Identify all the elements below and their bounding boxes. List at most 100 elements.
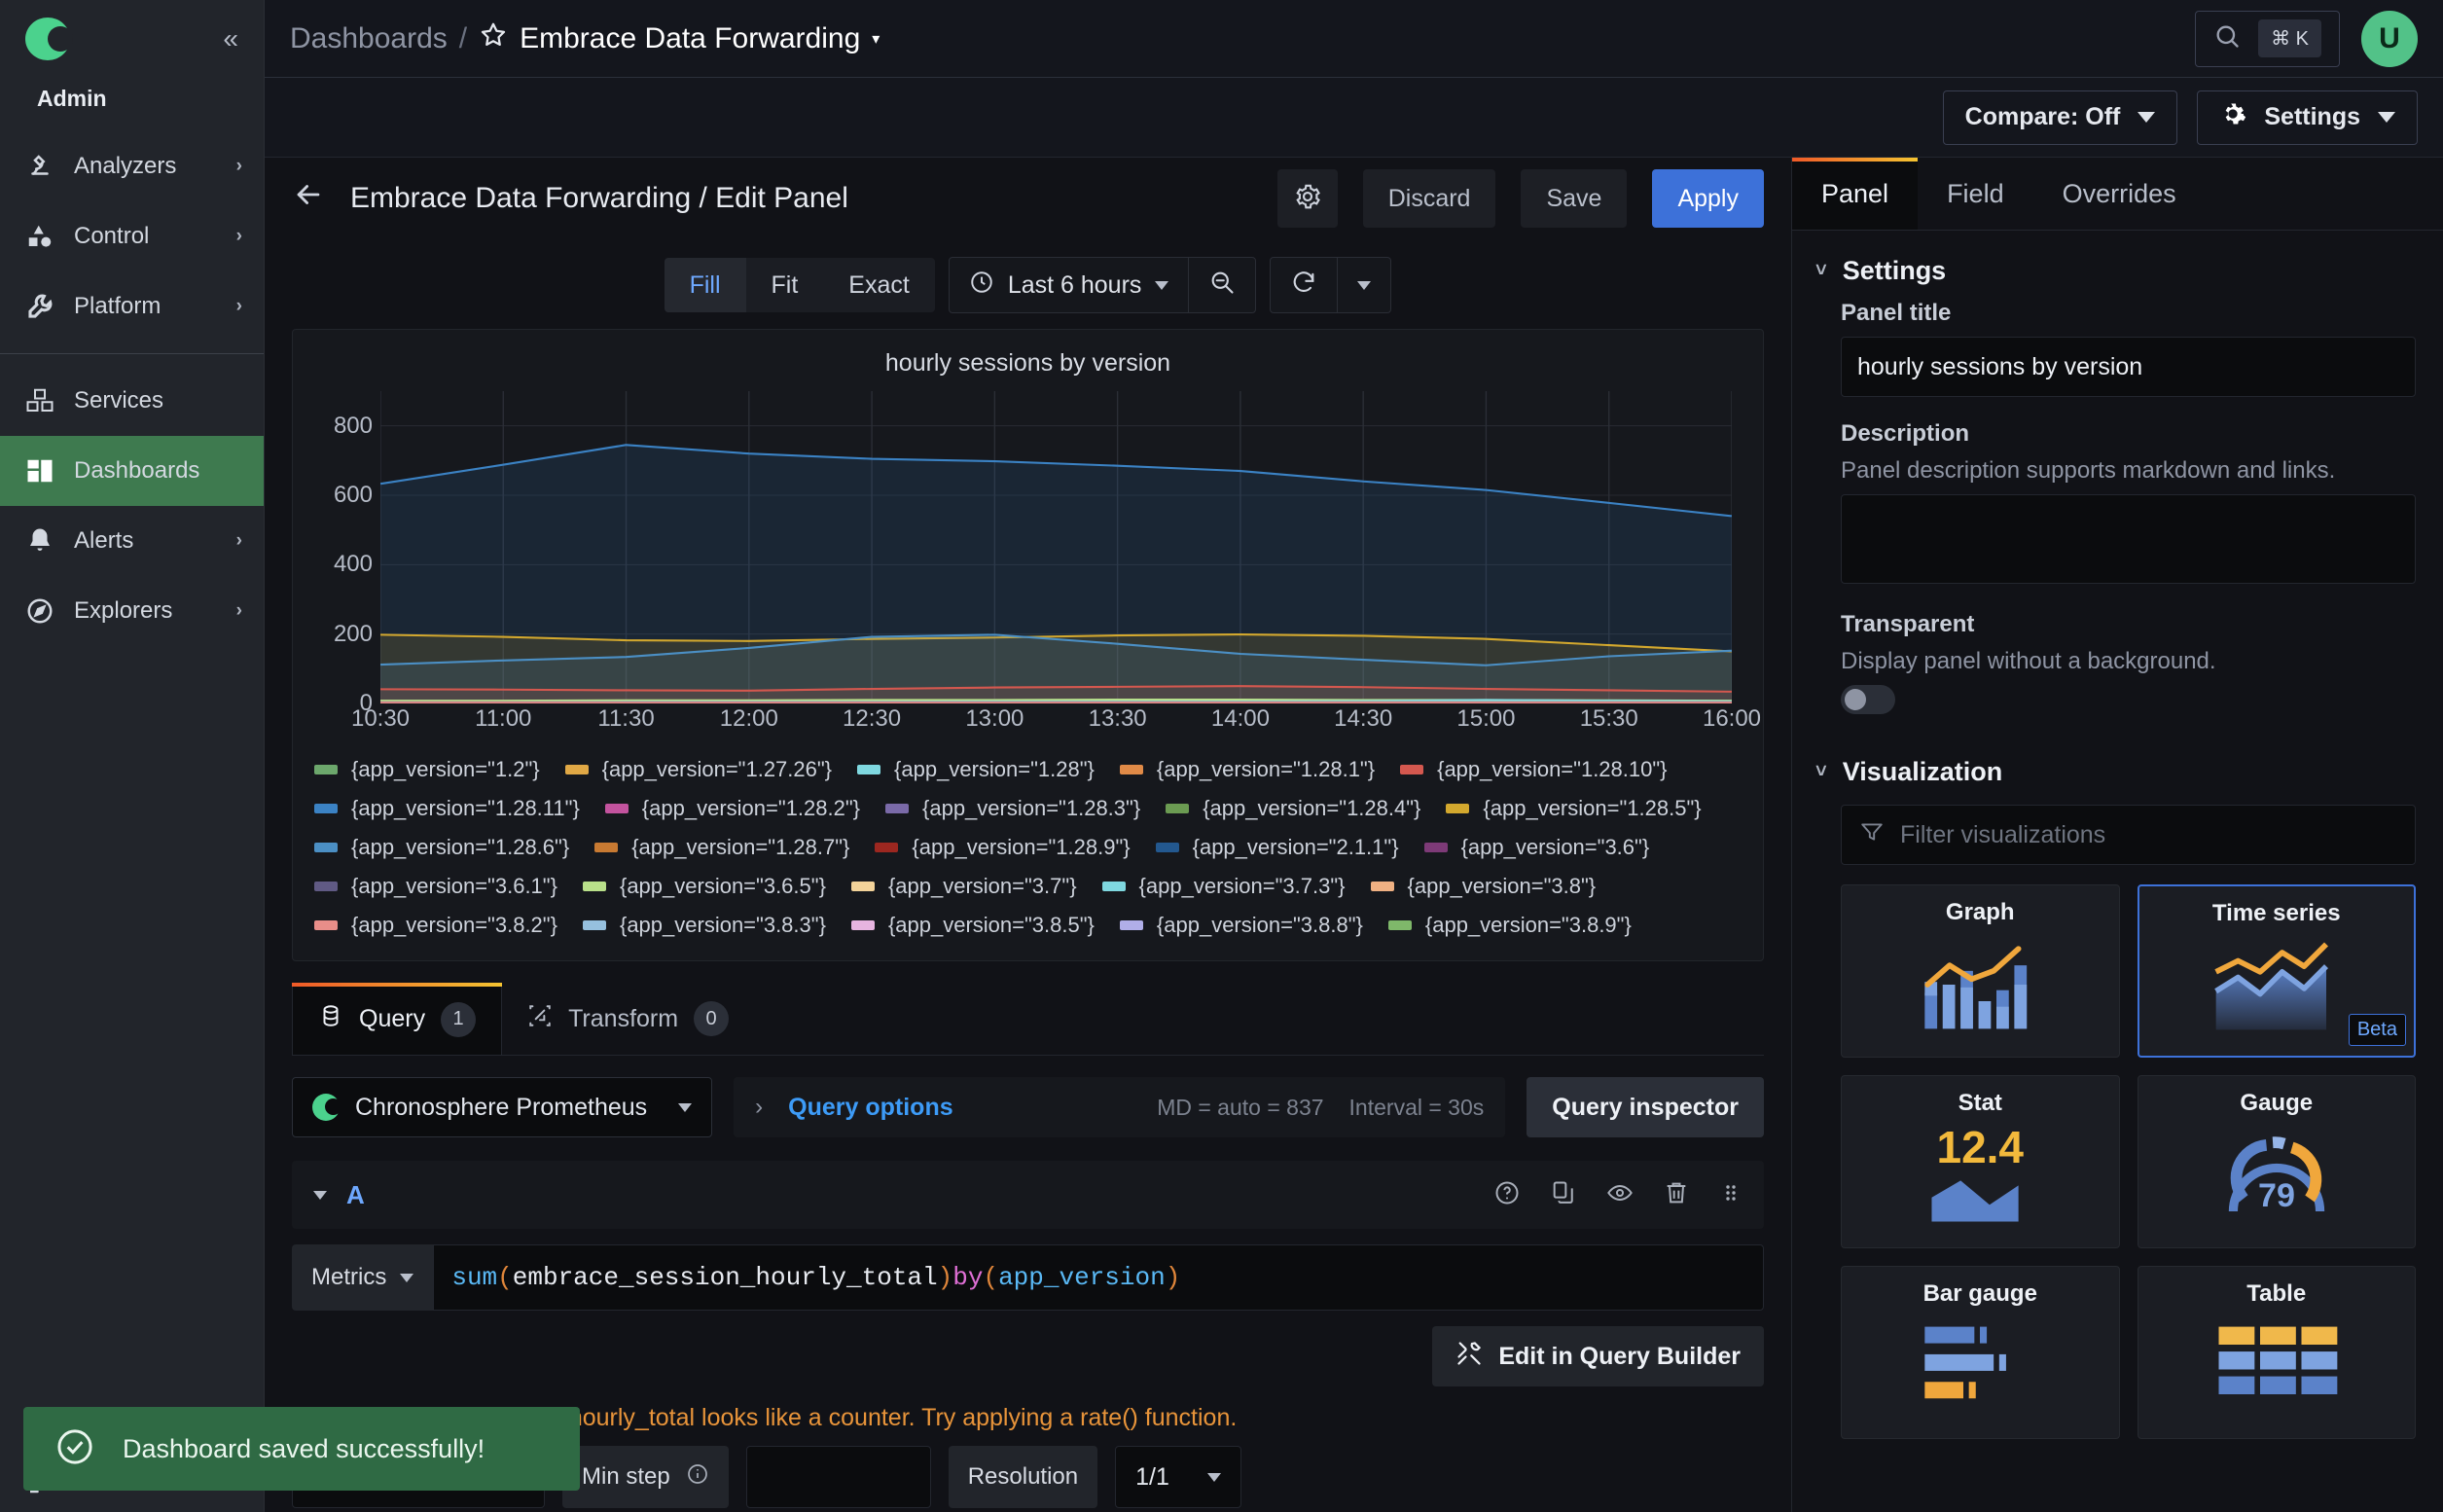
sidebar-item-dashboards[interactable]: Dashboards — [0, 436, 264, 506]
legend-item[interactable]: {app_version="1.28.3"} — [885, 796, 1140, 821]
legend-item[interactable]: {app_version="1.28.6"} — [314, 835, 569, 860]
legend-item[interactable]: {app_version="1.27.26"} — [564, 757, 832, 782]
legend-item[interactable]: {app_version="1.28.2"} — [604, 796, 860, 821]
promql-input[interactable]: sum(embrace_session_hourly_total) by (ap… — [433, 1244, 1764, 1311]
tab-transform[interactable]: Transform 0 — [502, 983, 754, 1055]
query-ref-id[interactable]: A — [346, 1180, 365, 1210]
chevron-right-icon: › — [235, 530, 242, 551]
tab-field[interactable]: Field — [1918, 158, 2033, 230]
legend-item[interactable]: {app_version="1.28.5"} — [1446, 796, 1702, 821]
sidebar-collapse-button[interactable]: « — [223, 25, 238, 53]
legend-item[interactable]: {app_version="3.6"} — [1423, 835, 1649, 860]
tab-overrides[interactable]: Overrides — [2033, 158, 2206, 230]
legend-item[interactable]: {app_version="3.8"} — [1370, 874, 1596, 899]
chart-svg — [379, 391, 1733, 704]
viz-option-gauge[interactable]: Gauge 79 — [2137, 1075, 2416, 1248]
apply-button[interactable]: Apply — [1652, 169, 1764, 228]
sidebar-item-alerts[interactable]: Alerts › — [0, 506, 264, 576]
legend-item[interactable]: {app_version="3.6.5"} — [582, 874, 826, 899]
legend-item[interactable]: {app_version="3.7.3"} — [1101, 874, 1346, 899]
legend-item[interactable]: {app_version="1.28"} — [857, 757, 1095, 782]
legend-item[interactable]: {app_version="3.6.1"} — [314, 874, 557, 899]
legend-item[interactable]: {app_version="3.8.2"} — [314, 913, 557, 938]
sidebar-item-services[interactable]: Services — [0, 366, 264, 436]
sidebar-item-label: Dashboards — [74, 457, 200, 484]
legend-item[interactable]: {app_version="1.2"} — [314, 757, 540, 782]
legend-item[interactable]: {app_version="3.8.5"} — [850, 913, 1095, 938]
avatar[interactable]: U — [2361, 10, 2418, 67]
chevron-down-icon[interactable]: ▾ — [872, 29, 880, 49]
toast-notification[interactable]: Dashboard saved successfully! — [23, 1407, 580, 1491]
resolution-select[interactable]: 1/1 — [1115, 1446, 1242, 1508]
legend-item[interactable]: {app_version="1.28.4"} — [1166, 796, 1420, 821]
legend-label: {app_version="1.28.11"} — [351, 796, 580, 820]
search-input[interactable]: ⌘ K — [2195, 10, 2340, 67]
legend-item[interactable]: {app_version="1.28.1"} — [1119, 757, 1375, 782]
settings-section-header[interactable]: ˅ Settings — [1792, 231, 2443, 300]
mode-fit-button[interactable]: Fit — [746, 258, 824, 312]
metrics-mode-button[interactable]: Metrics — [292, 1244, 434, 1311]
sidebar-item-explorers[interactable]: Explorers › — [0, 576, 264, 646]
sidebar-item-platform[interactable]: Platform › — [0, 271, 264, 342]
legend-item[interactable]: {app_version="1.28.7"} — [594, 835, 849, 860]
sidebar-item-analyzers[interactable]: Analyzers › — [0, 131, 264, 201]
panel-settings-button[interactable] — [1276, 169, 1338, 228]
legend-item[interactable]: {app_version="1.28.11"} — [314, 796, 580, 821]
expr-fn: sum — [451, 1263, 498, 1292]
legend-item[interactable]: {app_version="1.28.9"} — [875, 835, 1131, 860]
discard-button[interactable]: Discard — [1362, 169, 1496, 228]
transform-count-badge: 0 — [694, 1001, 730, 1036]
legend-item[interactable]: {app_version="3.8.8"} — [1119, 913, 1363, 938]
datasource-picker[interactable]: Chronosphere Prometheus — [292, 1077, 713, 1137]
description-textarea[interactable] — [1841, 494, 2416, 584]
chevron-down-icon[interactable] — [313, 1190, 327, 1200]
legend-item[interactable]: {app_version="3.8.9"} — [1387, 913, 1632, 938]
query-inspector-button[interactable]: Query inspector — [1527, 1077, 1764, 1137]
tab-query[interactable]: Query 1 — [292, 983, 503, 1055]
breadcrumb-dashboards[interactable]: Dashboards — [290, 22, 448, 55]
y-axis-tick: 800 — [333, 412, 373, 439]
visualization-section-header[interactable]: ˅ Visualization — [1792, 732, 2443, 801]
viz-option-stat[interactable]: Stat 12.4 — [1841, 1075, 2120, 1248]
legend-item[interactable]: {app_version="1.28.10"} — [1400, 757, 1668, 782]
viz-option-table[interactable]: Table — [2137, 1266, 2416, 1439]
star-outline-icon[interactable] — [479, 20, 508, 57]
mode-fill-button[interactable]: Fill — [664, 258, 746, 312]
breadcrumb-current[interactable]: Embrace Data Forwarding — [520, 22, 860, 55]
filter-visualizations-input[interactable]: Filter visualizations — [1841, 805, 2416, 865]
eye-icon[interactable] — [1606, 1179, 1634, 1211]
viz-option-time-series[interactable]: Time series Beta — [2137, 884, 2416, 1058]
save-button[interactable]: Save — [1521, 169, 1628, 228]
mode-exact-button[interactable]: Exact — [823, 258, 935, 312]
resolution-value: 1/1 — [1135, 1462, 1169, 1491]
info-icon[interactable] — [686, 1462, 709, 1493]
time-range-picker[interactable]: Last 6 hours — [950, 258, 1189, 312]
legend-item[interactable]: {app_version="3.7"} — [850, 874, 1077, 899]
chart[interactable]: 0 200 400 600 800 10:30 11:00 11:30 12:00 12:30 1… — [293, 383, 1763, 738]
sidebar-item-control[interactable]: Control › — [0, 201, 264, 271]
refresh-button[interactable] — [1271, 258, 1337, 312]
legend-item[interactable]: {app_version="3.8.3"} — [582, 913, 826, 938]
tab-panel[interactable]: Panel — [1792, 158, 1919, 230]
arrow-left-icon[interactable] — [292, 178, 325, 220]
refresh-interval-dropdown[interactable] — [1338, 258, 1390, 312]
viz-option-graph[interactable]: Graph — [1841, 884, 2120, 1058]
trash-icon[interactable] — [1663, 1179, 1690, 1211]
settings-button[interactable]: Settings — [2197, 90, 2418, 145]
duplicate-icon[interactable] — [1550, 1179, 1577, 1211]
chevron-right-icon[interactable]: › — [755, 1094, 763, 1121]
help-icon[interactable] — [1493, 1179, 1521, 1211]
dashboard-toolbar: Compare: Off Settings — [265, 78, 2443, 158]
compare-button[interactable]: Compare: Off — [1942, 90, 2178, 145]
min-step-input[interactable] — [745, 1446, 931, 1508]
drag-handle-icon[interactable] — [1719, 1179, 1742, 1211]
legend-color-swatch — [314, 882, 338, 891]
viz-option-bar-gauge[interactable]: Bar gauge — [1841, 1266, 2120, 1439]
legend-item[interactable]: {app_version="2.1.1"} — [1155, 835, 1399, 860]
transparent-toggle[interactable] — [1841, 685, 1895, 714]
edit-in-query-builder-button[interactable]: Edit in Query Builder — [1432, 1326, 1764, 1386]
panel-title-input[interactable]: hourly sessions by version — [1841, 337, 2416, 397]
zoom-out-button[interactable] — [1189, 258, 1255, 312]
query-options-toggle[interactable]: Query options — [788, 1094, 952, 1122]
chevron-right-icon: › — [235, 600, 242, 621]
